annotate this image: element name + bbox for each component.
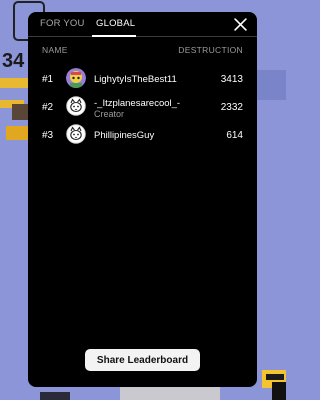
creator-tag: Creator	[94, 109, 125, 119]
leaderboard-row[interactable]: #2 -_Itzplanesarecool_- Creator 2332	[28, 93, 257, 121]
column-headers: NAME DESTRUCTION	[28, 37, 257, 59]
username: LighytyIsTheBest11	[94, 74, 177, 85]
tab-for-you[interactable]: FOR YOU	[40, 18, 85, 29]
colorful-avatar-icon	[66, 68, 86, 88]
leaderboard-row[interactable]: #1 LighytyIsTheBest11 3413	[28, 65, 257, 93]
tab-bar: FOR YOU GLOBAL	[28, 12, 257, 37]
column-header-name: NAME	[42, 45, 68, 55]
cat-avatar-icon	[66, 124, 86, 144]
destruction-score: 614	[226, 130, 243, 141]
tab-global[interactable]: GLOBAL	[96, 18, 135, 29]
column-header-destruction: DESTRUCTION	[178, 45, 243, 55]
username: PhillipinesGuy	[94, 130, 155, 141]
rank-label: #2	[42, 102, 54, 113]
share-leaderboard-button[interactable]: Share Leaderboard	[85, 349, 200, 371]
close-icon[interactable]	[234, 18, 247, 31]
background-number: 34	[2, 50, 25, 72]
leaderboard-list: #1 LighytyIsTheBest11 3413 #2 -_Itzplane…	[28, 59, 257, 149]
leaderboard-panel: FOR YOU GLOBAL NAME DESTRUCTION #1 Lighy…	[28, 12, 257, 387]
username: -_Itzplanesarecool_-	[94, 98, 181, 109]
cat-avatar-icon	[66, 96, 86, 116]
leaderboard-row[interactable]: #3 PhillipinesGuy 614	[28, 121, 257, 149]
destruction-score: 3413	[220, 74, 243, 85]
rank-label: #3	[42, 130, 54, 141]
rank-label: #1	[42, 74, 54, 85]
destruction-score: 2332	[220, 102, 243, 113]
